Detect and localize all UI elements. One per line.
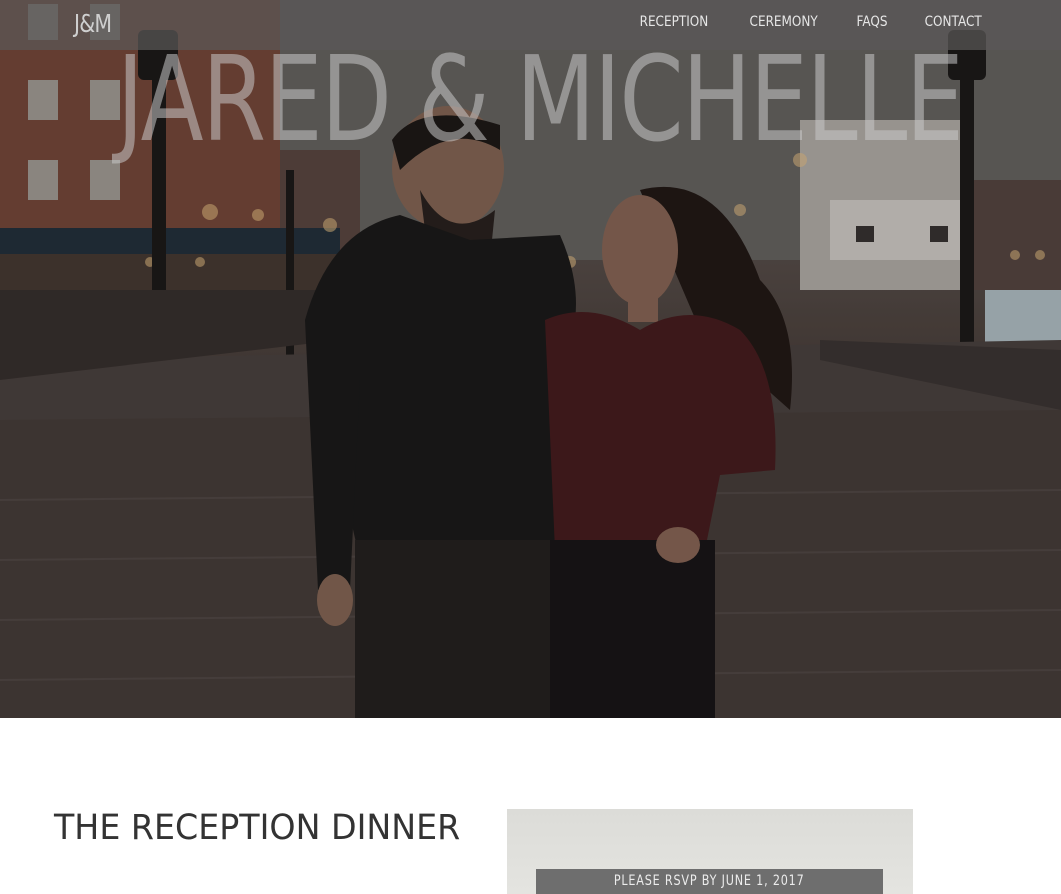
nav-links: RECEPTION CEREMONY FAQS CONTACT — [634, 14, 986, 30]
top-navbar: J&M RECEPTION CEREMONY FAQS CONTACT — [0, 0, 1061, 50]
hero-title: JARED & MICHELLE — [116, 30, 964, 168]
rsvp-text: PLEASE RSVP BY JUNE 1, 2017 — [614, 873, 805, 889]
hero-section: JARED & MICHELLE — [0, 0, 1061, 718]
nav-link-faqs[interactable]: FAQS — [856, 14, 887, 30]
reception-heading: THE RECEPTION DINNER — [54, 808, 461, 848]
nav-link-ceremony[interactable]: CEREMONY — [750, 14, 818, 30]
invitation-image: PLEASE RSVP BY JUNE 1, 2017 — [507, 809, 913, 894]
rsvp-banner: PLEASE RSVP BY JUNE 1, 2017 — [536, 869, 883, 894]
brand-logo[interactable]: J&M — [74, 9, 112, 38]
nav-link-reception[interactable]: RECEPTION — [640, 14, 709, 30]
nav-link-contact[interactable]: CONTACT — [924, 14, 981, 30]
